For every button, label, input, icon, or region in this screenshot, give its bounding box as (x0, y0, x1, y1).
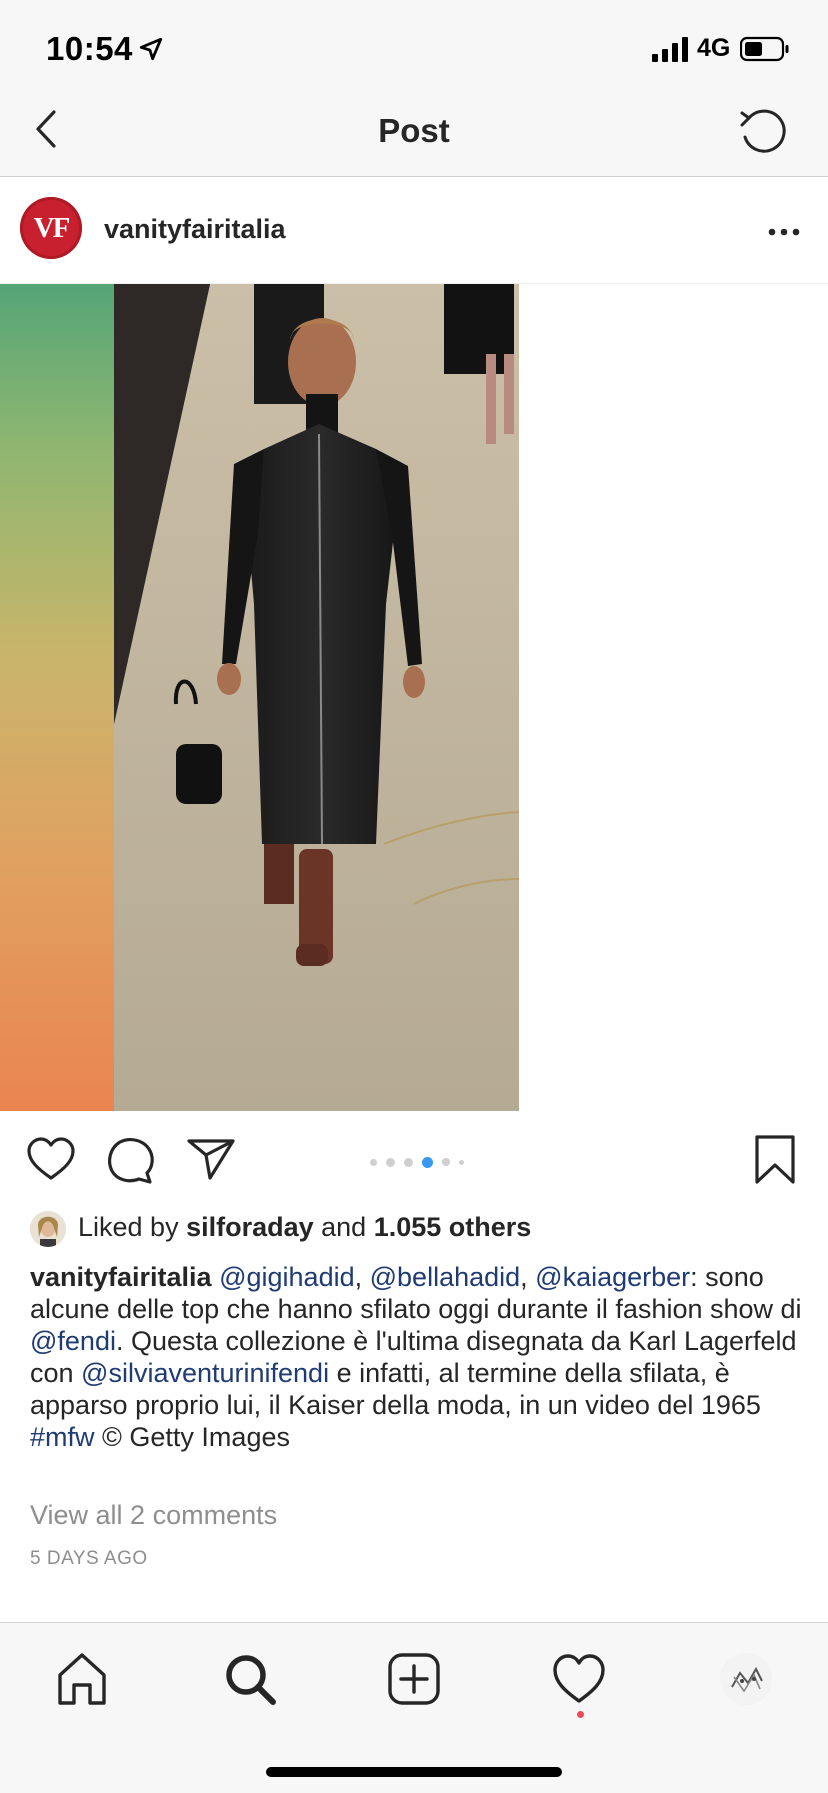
tab-bar (0, 1622, 828, 1793)
carousel-indicator (370, 1156, 464, 1168)
caption-author[interactable]: vanityfairitalia (30, 1262, 212, 1292)
nav-bar: Post (0, 100, 828, 177)
carousel-dot-active (422, 1156, 433, 1168)
new-post-icon[interactable] (386, 1651, 442, 1707)
refresh-icon[interactable] (737, 105, 789, 157)
heart-icon[interactable] (26, 1136, 76, 1182)
caption-separator: , (520, 1262, 536, 1292)
home-indicator (266, 1767, 562, 1777)
notification-dot (577, 1711, 584, 1718)
signal-icon (652, 37, 688, 62)
post-caption: vanityfairitalia @gigihadid, @bellahadid… (30, 1261, 805, 1453)
profile-icon[interactable] (720, 1653, 772, 1705)
liked-by-label: Liked by (78, 1212, 187, 1242)
hashtag-link[interactable]: #mfw (30, 1422, 95, 1452)
caption-text: © Getty Images (94, 1422, 290, 1452)
post-timestamp: 5 DAYS AGO (30, 1548, 148, 1569)
likes-count[interactable]: 1.055 others (374, 1212, 532, 1242)
carousel-dot (386, 1157, 395, 1167)
page-title: Post (378, 112, 450, 149)
home-icon[interactable] (54, 1651, 110, 1707)
mention-link[interactable]: @silviaventurinifendi (81, 1358, 329, 1388)
liker-avatar (30, 1211, 66, 1247)
mention-link[interactable]: @fendi (30, 1326, 116, 1356)
activity-icon[interactable] (551, 1651, 607, 1707)
action-bar (0, 1112, 828, 1207)
carousel-dot (442, 1158, 450, 1166)
runway-photo (114, 284, 519, 1111)
location-arrow-icon (139, 37, 163, 61)
mention-link[interactable]: @kaiagerber (535, 1262, 690, 1292)
search-icon[interactable] (222, 1651, 278, 1707)
view-comments-link[interactable]: View all 2 comments (30, 1500, 277, 1531)
likes-row[interactable]: Liked by silforaday and 1.055 others (30, 1209, 810, 1249)
carousel-dot (404, 1157, 413, 1167)
account-avatar[interactable]: VF (20, 197, 82, 259)
post-header: VF vanityfairitalia (0, 177, 828, 284)
likes-and: and (313, 1212, 374, 1242)
gradient-panel (0, 284, 114, 1111)
more-icon[interactable] (766, 217, 802, 247)
battery-icon (740, 36, 789, 62)
caption-separator: , (354, 1262, 370, 1292)
bookmark-icon[interactable] (752, 1134, 798, 1186)
carousel-dot (370, 1158, 377, 1166)
network-type: 4G (697, 34, 731, 62)
comment-icon[interactable] (106, 1136, 156, 1184)
mention-link[interactable]: @gigihadid (219, 1262, 355, 1292)
likes-summary: Liked by silforaday and 1.055 others (78, 1212, 531, 1243)
share-icon[interactable] (186, 1137, 236, 1181)
liker-name[interactable]: silforaday (186, 1212, 314, 1242)
post-media[interactable] (0, 284, 828, 1111)
carousel-dot (459, 1159, 464, 1165)
status-time: 10:54 (46, 30, 133, 67)
mention-link[interactable]: @bellahadid (370, 1262, 521, 1292)
status-bar: 10:54 4G (0, 0, 828, 100)
post-username[interactable]: vanityfairitalia (104, 214, 286, 245)
